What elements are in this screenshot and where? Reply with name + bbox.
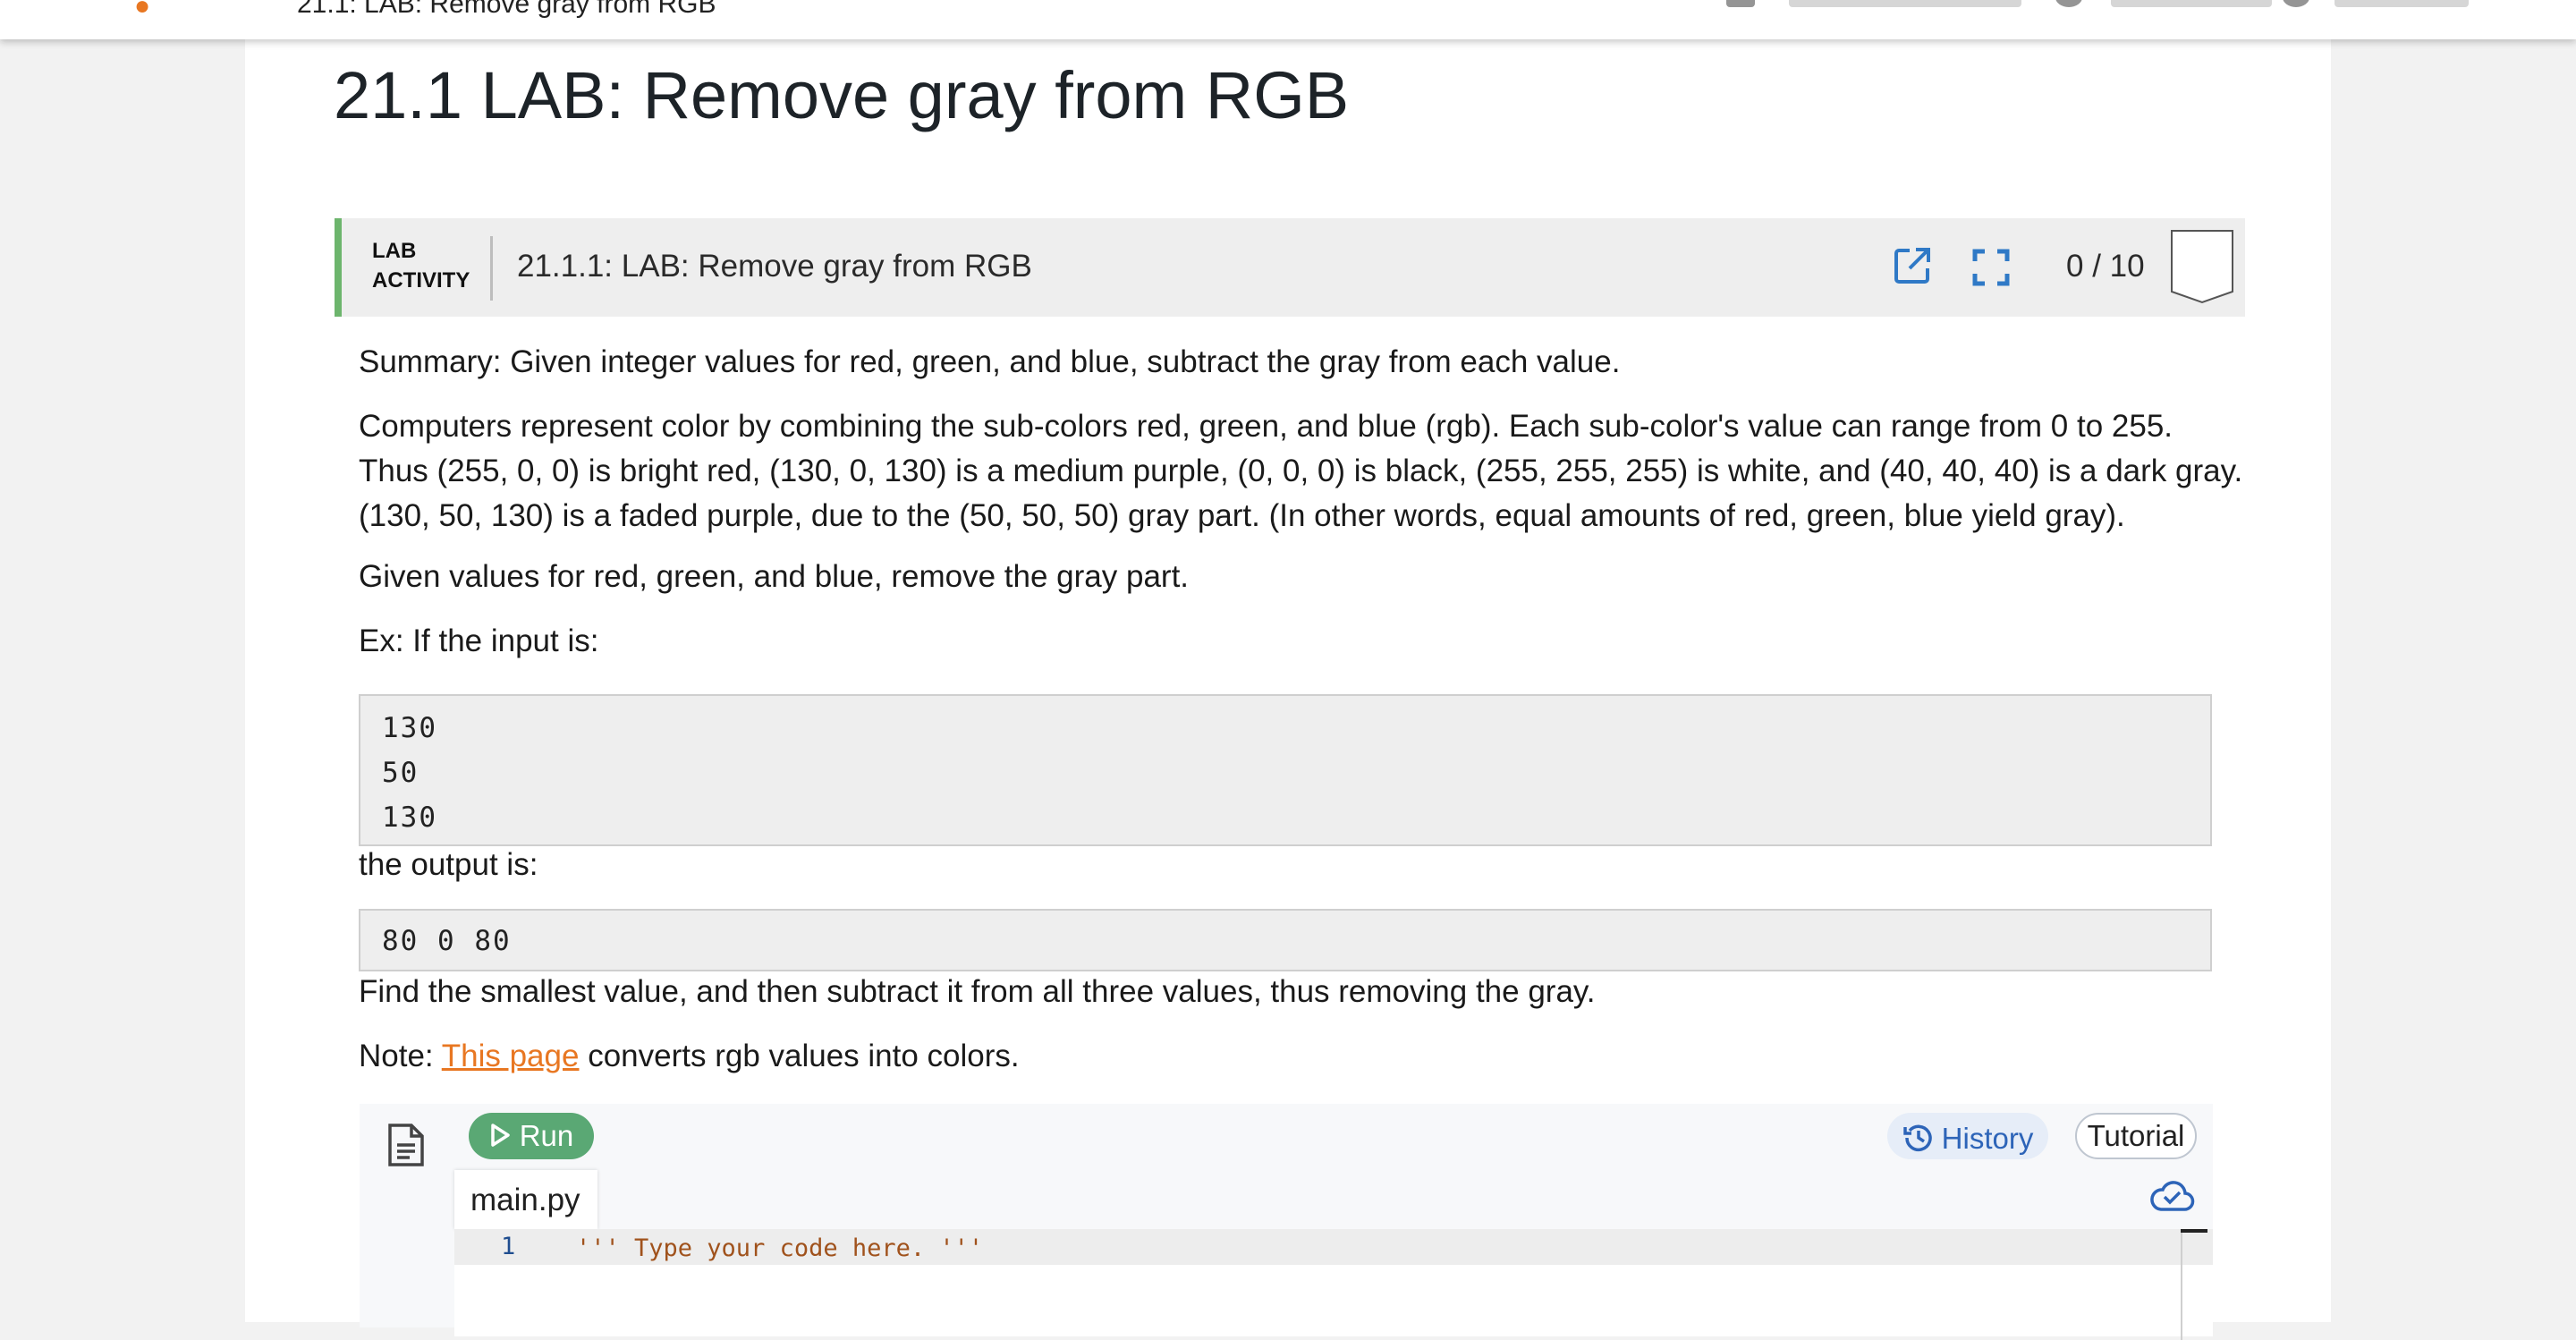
code-line[interactable]: ''' Type your code here. ''' <box>576 1234 983 1262</box>
toolbar-icon-fragment[interactable] <box>2055 0 2082 7</box>
history-button[interactable]: History <box>1887 1113 2048 1159</box>
lab-label-line1: LAB <box>372 239 417 263</box>
file-icon[interactable] <box>386 1122 426 1168</box>
breadcrumb[interactable]: 21.1: LAB: Remove gray from RGB <box>297 0 716 20</box>
example-intro: Ex: If the input is: <box>359 623 599 658</box>
activity-title: 21.1.1: LAB: Remove gray from RGB <box>517 249 1032 284</box>
example-output-line: 80 0 80 <box>382 925 512 957</box>
example-input-line: 130 <box>382 801 437 834</box>
toolbar-icon-fragment[interactable] <box>2283 0 2309 7</box>
file-tab-main-py[interactable]: main.py <box>454 1170 597 1229</box>
brand-logo-fragment[interactable]: ● <box>134 0 150 21</box>
page-title: 21.1 LAB: Remove gray from RGB <box>334 58 1350 132</box>
lab-activity-label: LAB ACTIVITY <box>372 236 470 295</box>
score-text: 0 / 10 <box>2066 249 2145 284</box>
activity-header: LAB ACTIVITY 21.1.1: LAB: Remove gray fr… <box>335 218 2245 317</box>
note-prefix: Note: <box>359 1039 442 1073</box>
run-label: Run <box>519 1119 574 1152</box>
top-navigation-bar: ● 21.1: LAB: Remove gray from RGB <box>0 0 2576 39</box>
toolbar-item-fragment[interactable] <box>2111 0 2272 7</box>
editor-scroll-marker[interactable] <box>2181 1229 2207 1233</box>
description-line-3: (130, 50, 130) is a faded purple, due to… <box>359 498 2125 533</box>
score-badge-icon <box>2171 230 2233 304</box>
header-divider <box>490 236 493 301</box>
cloud-check-icon <box>2150 1181 2195 1211</box>
history-icon <box>1902 1124 1932 1152</box>
example-output-box: 80 0 80 <box>359 909 2212 971</box>
open-in-new-icon[interactable] <box>1892 245 1933 286</box>
play-icon <box>489 1121 511 1155</box>
line-number: 1 <box>501 1233 516 1260</box>
example-input-box: 130 50 130 <box>359 694 2212 846</box>
note-text: Note: This page converts rgb values into… <box>359 1034 1020 1079</box>
fullscreen-icon[interactable] <box>1972 249 2010 286</box>
instruction-text: Find the smallest value, and then subtra… <box>359 974 1596 1009</box>
example-input-line: 50 <box>382 757 419 789</box>
toolbar-icon-fragment[interactable] <box>1726 0 1755 7</box>
editor-active-line[interactable]: 1 ''' Type your code here. ''' <box>454 1229 2213 1265</box>
editor-scrollbar[interactable] <box>2181 1233 2182 1340</box>
summary-text: Summary: Given integer values for red, g… <box>359 344 1621 379</box>
rgb-page-link[interactable]: This page <box>442 1039 580 1073</box>
lab-label-line2: ACTIVITY <box>372 268 470 293</box>
code-editor[interactable]: 1 ''' Type your code here. ''' <box>454 1229 2213 1340</box>
run-button[interactable]: Run <box>469 1113 594 1159</box>
tutorial-button[interactable]: Tutorial <box>2075 1113 2197 1159</box>
file-tab-label: main.py <box>470 1183 580 1217</box>
example-input-line: 130 <box>382 712 437 744</box>
output-intro: the output is: <box>359 847 538 882</box>
toolbar-item-fragment[interactable] <box>2334 0 2469 7</box>
code-editor-panel: Run History Tutorial main.py 1 ''' Type … <box>360 1104 2213 1340</box>
description-line-1: Computers represent color by combining t… <box>359 409 2174 444</box>
note-suffix: converts rgb values into colors. <box>579 1039 1020 1073</box>
toolbar-item-fragment[interactable] <box>1789 0 2021 7</box>
given-text: Given values for red, green, and blue, r… <box>359 559 1190 594</box>
history-label: History <box>1941 1122 2034 1155</box>
description-line-2: Thus (255, 0, 0) is bright red, (130, 0,… <box>359 454 2243 488</box>
